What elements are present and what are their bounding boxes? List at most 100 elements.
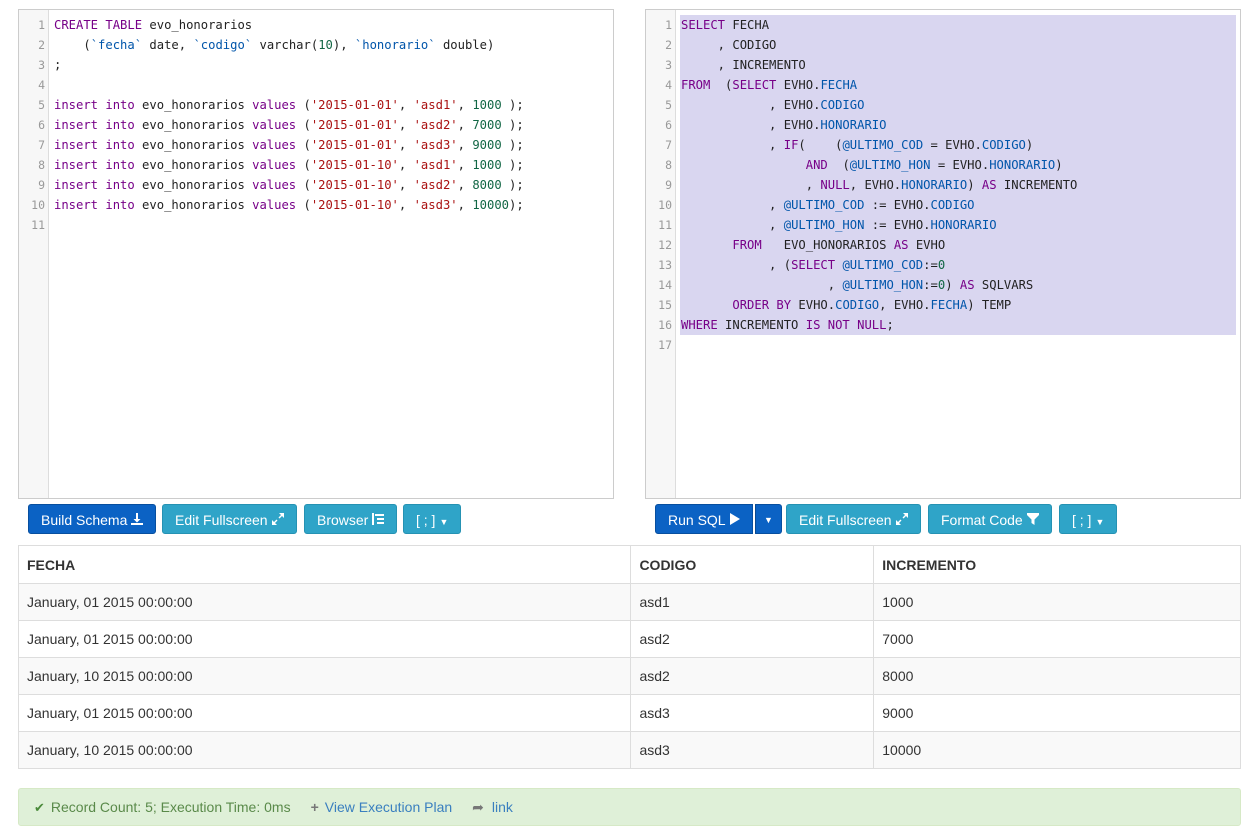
edit-fullscreen-label: Edit Fullscreen	[175, 512, 268, 528]
view-execution-plan-link[interactable]: + View Execution Plan	[311, 799, 453, 815]
code-token: AS	[981, 178, 997, 192]
code-token: @ULTIMO_HON	[849, 158, 931, 172]
code-line: 1 SELECT FECHA	[646, 15, 1240, 35]
line-number: 1	[665, 18, 672, 32]
code-text: insert into evo_honorarios values ('2015…	[54, 115, 524, 135]
code-token: (	[827, 158, 850, 172]
code-line: 13 , (SELECT @ULTIMO_COD:=0	[646, 255, 1240, 275]
code-text: , (SELECT @ULTIMO_COD:=0	[681, 255, 945, 275]
code-line: 5 insert into evo_honorarios values ('201…	[19, 95, 613, 115]
cell-fecha: January, 10 2015 00:00:00	[18, 657, 632, 695]
code-token: );	[501, 138, 524, 152]
line-number: 5	[38, 98, 45, 112]
code-token: values	[252, 178, 297, 192]
code-token: ,	[398, 198, 414, 212]
build-schema-button[interactable]: Build Schema	[28, 504, 157, 536]
table-row: January, 01 2015 00:00:00 asd3 9000	[18, 694, 1241, 732]
permalink-link[interactable]: ➦ link	[472, 799, 513, 815]
code-text: WHERE INCREMENTO IS NOT NULL;	[681, 315, 894, 335]
code-line: 4 FROM (SELECT EVHO.FECHA	[646, 75, 1240, 95]
code-token: :=	[923, 278, 938, 292]
code-token: ,	[398, 178, 414, 192]
code-token: 1000	[472, 98, 502, 112]
code-token: ,	[457, 138, 473, 152]
code-token: EVHO.	[776, 78, 821, 92]
browser-button[interactable]: Browser	[304, 504, 398, 534]
code-token: 'asd2'	[413, 178, 458, 192]
code-token: , EVHO.	[681, 118, 821, 132]
code-text: , @ULTIMO_HON := EVHO.HONORARIO	[681, 215, 997, 235]
delimiter-right-dropdown[interactable]: [ ; ] ▼	[1059, 504, 1118, 534]
edit-fullscreen-left-button[interactable]: Edit Fullscreen	[162, 504, 297, 534]
format-code-button[interactable]: Format Code	[928, 504, 1052, 534]
code-token: SELECT	[732, 78, 777, 92]
code-token: ,	[681, 218, 784, 232]
edit-fullscreen-right-button[interactable]: Edit Fullscreen	[786, 504, 921, 534]
code-token: HONORARIO	[901, 178, 968, 192]
code-token: AS	[893, 238, 909, 252]
download-icon	[131, 506, 144, 536]
code-token: , (	[681, 258, 792, 272]
code-token: );	[501, 158, 524, 172]
code-token: (	[296, 98, 311, 112]
code-token: `codigo`	[193, 38, 253, 52]
code-token: @ULTIMO_HON	[842, 278, 924, 292]
run-sql-button[interactable]: Run SQL	[655, 504, 753, 534]
permalink-label: link	[491, 799, 513, 815]
cell-incremento: 1000	[873, 583, 1241, 621]
code-token: AS	[959, 278, 975, 292]
cell-fecha: January, 10 2015 00:00:00	[18, 731, 632, 769]
code-token: '2015-01-10'	[310, 178, 399, 192]
code-token: FECHA	[820, 78, 858, 92]
code-line: 8 AND (@ULTIMO_HON = EVHO.HONORARIO)	[646, 155, 1240, 175]
code-token: NULL	[820, 178, 850, 192]
code-token: );	[501, 178, 524, 192]
table-row: January, 01 2015 00:00:00 asd2 7000	[18, 620, 1241, 658]
run-sql-dropdown-toggle[interactable]: ▼	[755, 504, 782, 534]
cell-incremento: 10000	[873, 731, 1241, 769]
code-token: evo_honorarios	[134, 118, 253, 132]
code-token: evo_honorarios	[134, 198, 253, 212]
line-number: 4	[665, 78, 672, 92]
code-token: `honorario`	[354, 38, 436, 52]
code-token: '2015-01-01'	[310, 138, 399, 152]
schema-editor[interactable]: 1 CREATE TABLE evo_honorarios 2 (`fecha` d…	[18, 9, 614, 499]
code-token: insert into	[54, 178, 135, 192]
delimiter-left-dropdown[interactable]: [ ; ] ▼	[403, 504, 462, 534]
query-editor[interactable]: 1 SELECT FECHA 2 , CODIGO 3 , INCREMENTO 4 FR…	[645, 9, 1241, 499]
code-text: insert into evo_honorarios values ('2015…	[54, 155, 524, 175]
status-bar: ✔ Record Count: 5; Execution Time: 0ms + Vi…	[18, 788, 1241, 826]
code-text: , @ULTIMO_HON:=0) AS SQLVARS	[681, 275, 1034, 295]
code-token: evo_honorarios	[134, 98, 253, 112]
cell-fecha: January, 01 2015 00:00:00	[18, 620, 632, 658]
code-token: (	[296, 198, 311, 212]
code-text: (`fecha` date, `codigo` varchar(10), `ho…	[54, 35, 494, 55]
code-line: 16 WHERE INCREMENTO IS NOT NULL;	[646, 315, 1240, 335]
code-text: insert into evo_honorarios values ('2015…	[54, 195, 524, 215]
line-number: 9	[38, 178, 45, 192]
format-code-label: Format Code	[941, 512, 1023, 528]
column-header-codigo: CODIGO	[630, 545, 875, 584]
code-token: CODIGO	[981, 138, 1026, 152]
code-line: 5 , EVHO.CODIGO	[646, 95, 1240, 115]
line-number: 14	[658, 278, 672, 292]
line-number: 12	[658, 238, 672, 252]
check-icon: ✔	[34, 800, 45, 815]
line-number: 3	[665, 58, 672, 72]
code-token: IS NOT NULL	[805, 318, 887, 332]
code-text: insert into evo_honorarios values ('2015…	[54, 135, 524, 155]
play-icon	[729, 506, 740, 536]
code-token: ,	[457, 98, 473, 112]
code-token: values	[252, 158, 297, 172]
code-token: varchar(	[252, 38, 319, 52]
build-schema-label: Build Schema	[41, 512, 128, 528]
results-table: FECHA CODIGO INCREMENTO January, 01 2015…	[18, 545, 1241, 769]
code-token: (	[54, 38, 91, 52]
code-token: ;	[886, 318, 894, 332]
share-arrow-icon: ➦	[472, 799, 484, 815]
code-token: ,	[398, 138, 414, 152]
code-token: :=	[923, 258, 938, 272]
code-token: insert into	[54, 158, 135, 172]
code-text: insert into evo_honorarios values ('2015…	[54, 95, 524, 115]
